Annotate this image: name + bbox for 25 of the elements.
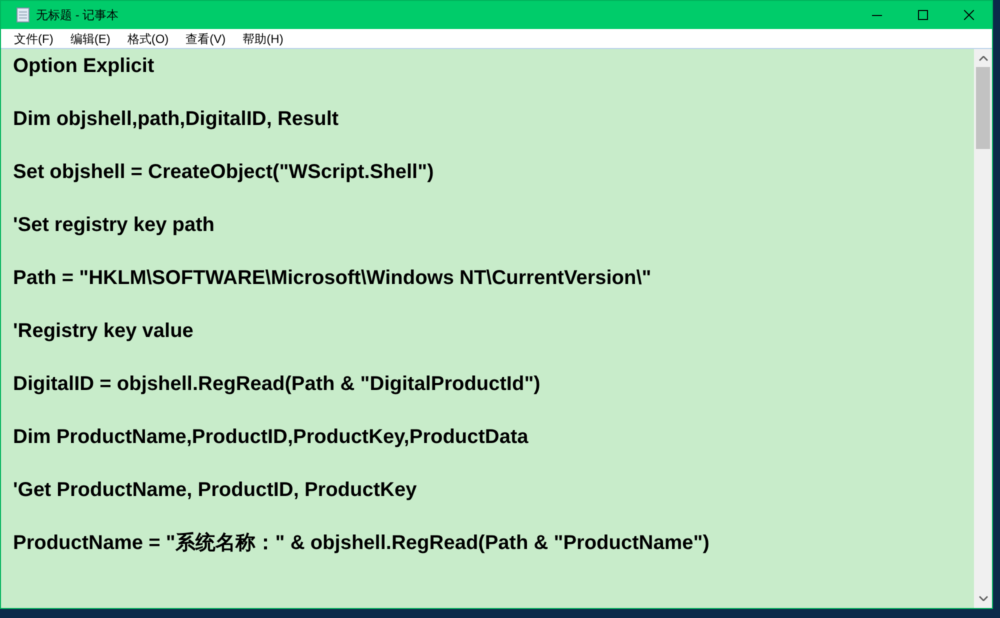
maximize-icon <box>918 10 928 20</box>
code-line: Set objshell = CreateObject("WScript.Shell") <box>13 160 435 185</box>
scroll-down-icon <box>978 596 988 601</box>
code-line: Path = "HKLM\SOFTWARE\Microsoft\Windows NT\CurrentVersion\" <box>13 266 652 291</box>
menu-item[interactable]: 查看(V) <box>178 30 233 48</box>
code-line: 'Set registry key path <box>13 213 216 238</box>
code-line: Dim ProductName,ProductID,ProductKey,ProductData <box>13 425 530 450</box>
code-line: 'Registry key value <box>13 319 194 344</box>
code-line: Dim objshell,path,DigitalID, Result <box>13 107 340 132</box>
code-line: 'Get ProductName, ProductID, ProductKey <box>13 478 418 503</box>
notepad-icon <box>16 7 30 23</box>
minimize-icon <box>872 14 882 16</box>
scrollbar[interactable] <box>974 49 992 608</box>
menu-item[interactable]: 格式(O) <box>120 30 176 48</box>
code-line: Option Explicit <box>13 54 156 79</box>
code-line: ProductName = "系统名称：" & objshell.RegRead(Path & "ProductName") <box>13 530 710 556</box>
menu-item[interactable]: 文件(F) <box>7 30 60 48</box>
window-title: 无标题 - 记事本 <box>36 7 119 24</box>
text-area[interactable] <box>1 49 974 608</box>
menu-item[interactable]: 编辑(E) <box>63 30 118 48</box>
code-line: DigitalID = objshell.RegRead(Path & "DigitalProductId") <box>13 372 542 397</box>
close-icon <box>964 10 974 20</box>
scroll-up-icon <box>978 56 988 61</box>
scrollbar-thumb[interactable] <box>976 67 990 149</box>
menu-item[interactable]: 帮助(H) <box>236 30 290 48</box>
